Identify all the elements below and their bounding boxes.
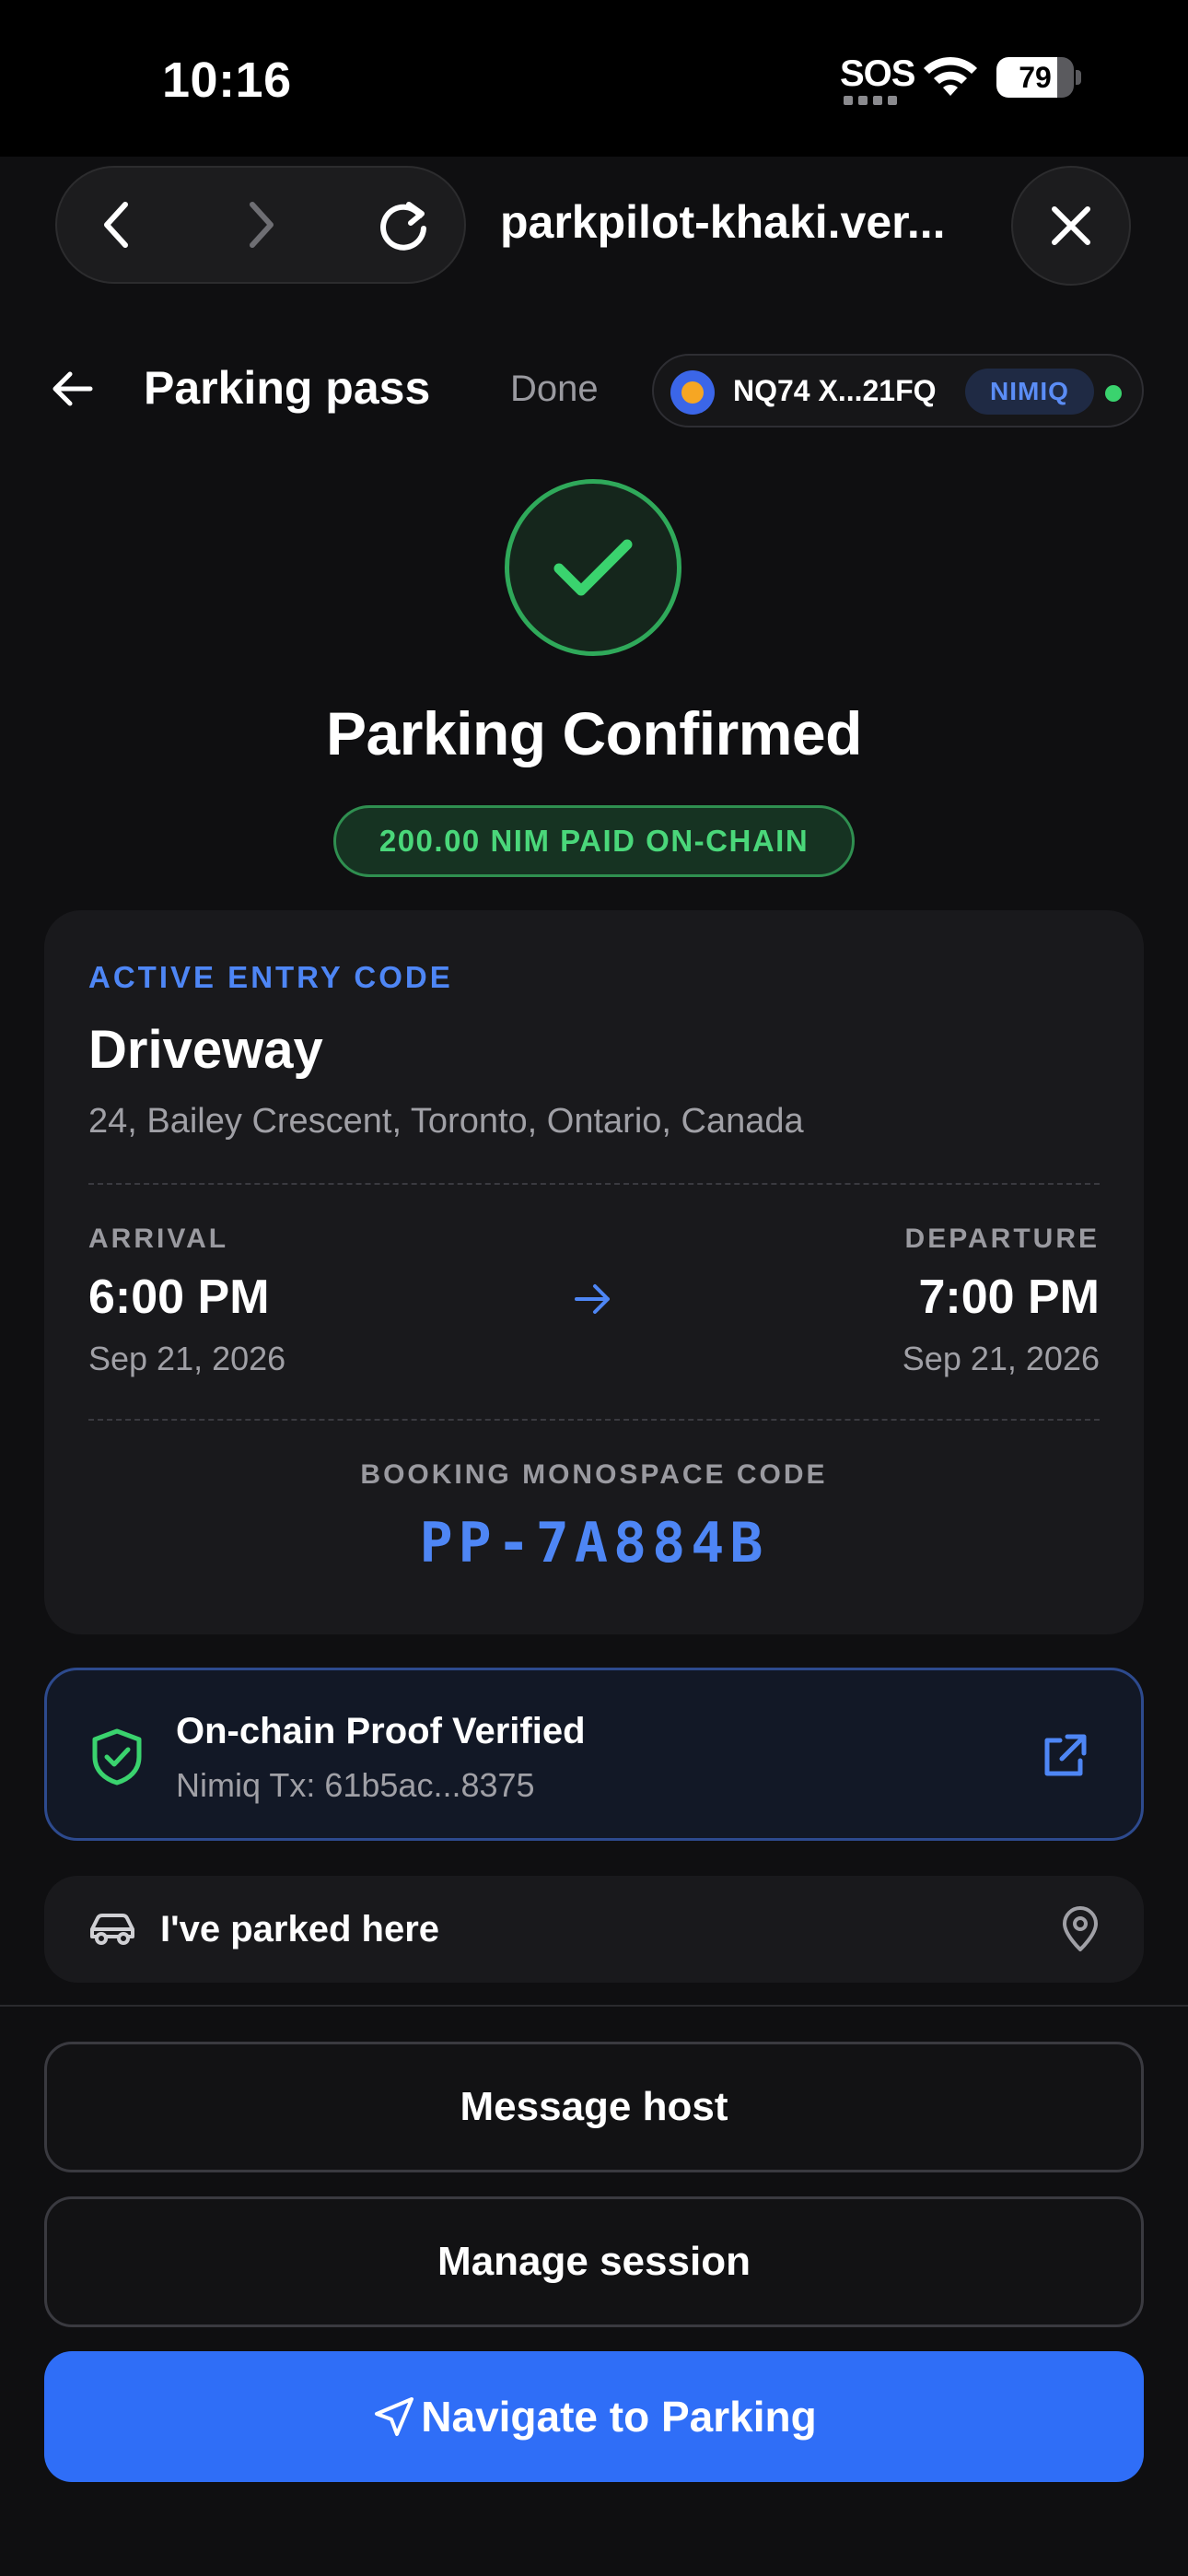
booking-code: PP-7A884B bbox=[419, 1511, 769, 1575]
parked-here-label: I've parked here bbox=[160, 1909, 440, 1950]
forward-button[interactable] bbox=[203, 168, 320, 282]
confirmation-title: Parking Confirmed bbox=[326, 699, 862, 767]
departure-date: Sep 21, 2026 bbox=[902, 1340, 1100, 1377]
place-address: 24, Bailey Crescent, Toronto, Ontario, C… bbox=[88, 1102, 804, 1141]
shield-check-icon bbox=[92, 1728, 142, 1786]
proof-transaction: Nimiq Tx: 61b5ac...8375 bbox=[176, 1766, 535, 1804]
navigation-icon bbox=[375, 2397, 414, 2436]
wallet-avatar-icon bbox=[670, 370, 715, 415]
proof-title: On-chain Proof Verified bbox=[176, 1711, 586, 1751]
arrow-right-icon bbox=[575, 1284, 610, 1314]
onchain-proof-card[interactable]: On-chain Proof Verified Nimiq Tx: 61b5ac… bbox=[44, 1668, 1144, 1841]
wallet-address: NQ74 X...21FQ bbox=[733, 374, 937, 407]
booking-code-label: BOOKING MONOSPACE CODE bbox=[360, 1459, 828, 1490]
status-bar: 10:16 SOS 79 parkpilot-khaki.ver... bbox=[0, 0, 1188, 286]
signal-dots-icon bbox=[844, 96, 904, 107]
reload-button[interactable] bbox=[344, 168, 462, 282]
url-field[interactable]: parkpilot-khaki.ver... bbox=[500, 195, 946, 249]
parking-pass-card: ACTIVE ENTRY CODE Driveway 24, Bailey Cr… bbox=[44, 910, 1144, 1634]
place-name: Driveway bbox=[88, 1020, 323, 1080]
footer-divider bbox=[0, 2005, 1188, 2007]
close-button[interactable] bbox=[1011, 166, 1131, 286]
arrival-label: ARRIVAL bbox=[88, 1224, 229, 1254]
arrow-left-icon[interactable] bbox=[48, 365, 96, 413]
car-icon bbox=[90, 1914, 134, 1945]
navigate-button-label: Navigate to Parking bbox=[421, 2393, 817, 2441]
success-check-badge bbox=[505, 479, 681, 656]
divider bbox=[88, 1419, 1100, 1421]
entry-code-label: ACTIVE ENTRY CODE bbox=[88, 960, 453, 994]
browser-nav-group bbox=[55, 166, 466, 284]
check-icon bbox=[553, 539, 633, 596]
arrival-time: 6:00 PM bbox=[88, 1270, 270, 1324]
navigate-button[interactable]: Navigate to Parking bbox=[44, 2351, 1144, 2482]
wifi-icon bbox=[924, 56, 977, 96]
back-chevron-icon bbox=[104, 202, 128, 248]
reload-icon bbox=[380, 202, 426, 251]
connection-status-dot bbox=[1105, 385, 1122, 402]
payment-status-badge: 200.00 NIM PAID ON-CHAIN bbox=[333, 805, 855, 877]
sos-indicator: SOS bbox=[840, 53, 915, 94]
done-button[interactable]: Done bbox=[510, 369, 599, 410]
parked-here-row[interactable]: I've parked here bbox=[44, 1876, 1144, 1983]
wallet-chip[interactable]: NQ74 X...21FQ NIMIQ bbox=[652, 354, 1144, 427]
page-title: Parking pass bbox=[144, 362, 431, 414]
forward-chevron-icon bbox=[250, 202, 274, 248]
manage-session-button[interactable]: Manage session bbox=[44, 2196, 1144, 2327]
back-button[interactable] bbox=[57, 168, 175, 282]
departure-label: DEPARTURE bbox=[904, 1224, 1100, 1254]
battery-icon: 79 bbox=[996, 57, 1081, 98]
arrival-date: Sep 21, 2026 bbox=[88, 1340, 286, 1377]
divider bbox=[88, 1183, 1100, 1185]
message-host-button[interactable]: Message host bbox=[44, 2042, 1144, 2172]
network-badge: NIMIQ bbox=[965, 369, 1094, 415]
map-pin-icon bbox=[1063, 1906, 1098, 1951]
status-time: 10:16 bbox=[162, 53, 292, 108]
battery-percent: 79 bbox=[1019, 61, 1052, 94]
departure-time: 7:00 PM bbox=[918, 1270, 1100, 1324]
close-icon bbox=[1052, 206, 1090, 245]
external-link-icon[interactable] bbox=[1038, 1731, 1089, 1783]
